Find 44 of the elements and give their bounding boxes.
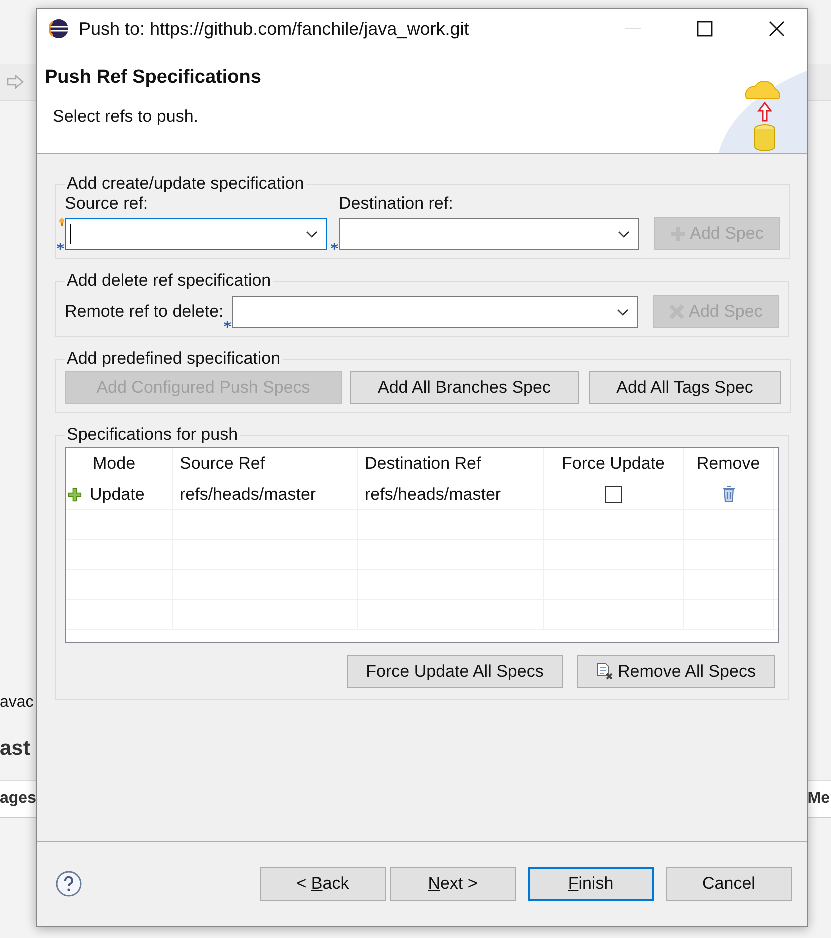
group-title: Add create/update specification — [66, 174, 306, 194]
wizard-button[interactable]: Finish — [528, 867, 654, 901]
combo-box[interactable] — [232, 296, 638, 328]
column-header: Me — [808, 790, 830, 808]
column-header[interactable]: Mode — [66, 448, 173, 480]
spec-action-button[interactable]: Force Update All Specs — [347, 655, 563, 688]
wizard-button[interactable]: Next > — [390, 867, 516, 901]
predefined-spec-button[interactable]: Add All Tags Spec — [589, 371, 781, 404]
column-header[interactable]: Source Ref — [173, 448, 358, 480]
page-title: Push Ref Specifications — [45, 67, 262, 89]
group-title: Add delete ref specification — [66, 271, 272, 291]
combo-box[interactable] — [339, 218, 639, 250]
column-header: ages — [0, 790, 36, 808]
wizard-button[interactable]: Cancel — [666, 867, 792, 901]
plus-icon — [68, 488, 82, 502]
trash-icon[interactable] — [722, 486, 736, 503]
column-header[interactable]: Destination Ref — [358, 448, 544, 480]
eclipse-icon — [49, 19, 69, 39]
chevron-down-icon — [618, 231, 630, 238]
group-title: Add predefined specification — [66, 349, 282, 369]
group-title: Specifications for push — [66, 425, 240, 445]
table-cell: refs/heads/master — [180, 484, 316, 504]
chevron-down-icon — [617, 308, 629, 316]
checkbox[interactable] — [605, 486, 622, 503]
field-label: Destination ref: — [339, 194, 454, 214]
help-icon[interactable] — [56, 871, 82, 897]
document-remove-icon — [596, 662, 614, 680]
maximize-icon[interactable] — [697, 21, 713, 37]
combo-box[interactable] — [65, 218, 327, 250]
spec-action-button[interactable]: Remove All Specs — [577, 655, 775, 688]
field-label: Remote ref to delete: — [65, 302, 224, 322]
page-description: Select refs to push. — [53, 107, 200, 127]
field-label: Source ref: — [65, 194, 150, 214]
table-cell: Update — [90, 484, 145, 504]
wizard-button[interactable]: < Back — [260, 867, 386, 901]
predefined-spec-button[interactable]: Add All Branches Spec — [350, 371, 579, 404]
chevron-down-icon — [306, 231, 318, 238]
window-title: Push to: https://github.com/fanchile/java_work.git — [79, 18, 470, 40]
column-header[interactable]: Remove — [684, 448, 774, 480]
column-header[interactable]: Force Update — [544, 448, 684, 480]
tab-label[interactable]: avac — [0, 694, 34, 711]
heading-text: ast — [0, 737, 30, 760]
table-cell: refs/heads/master — [365, 484, 502, 504]
close-icon[interactable] — [769, 21, 785, 37]
